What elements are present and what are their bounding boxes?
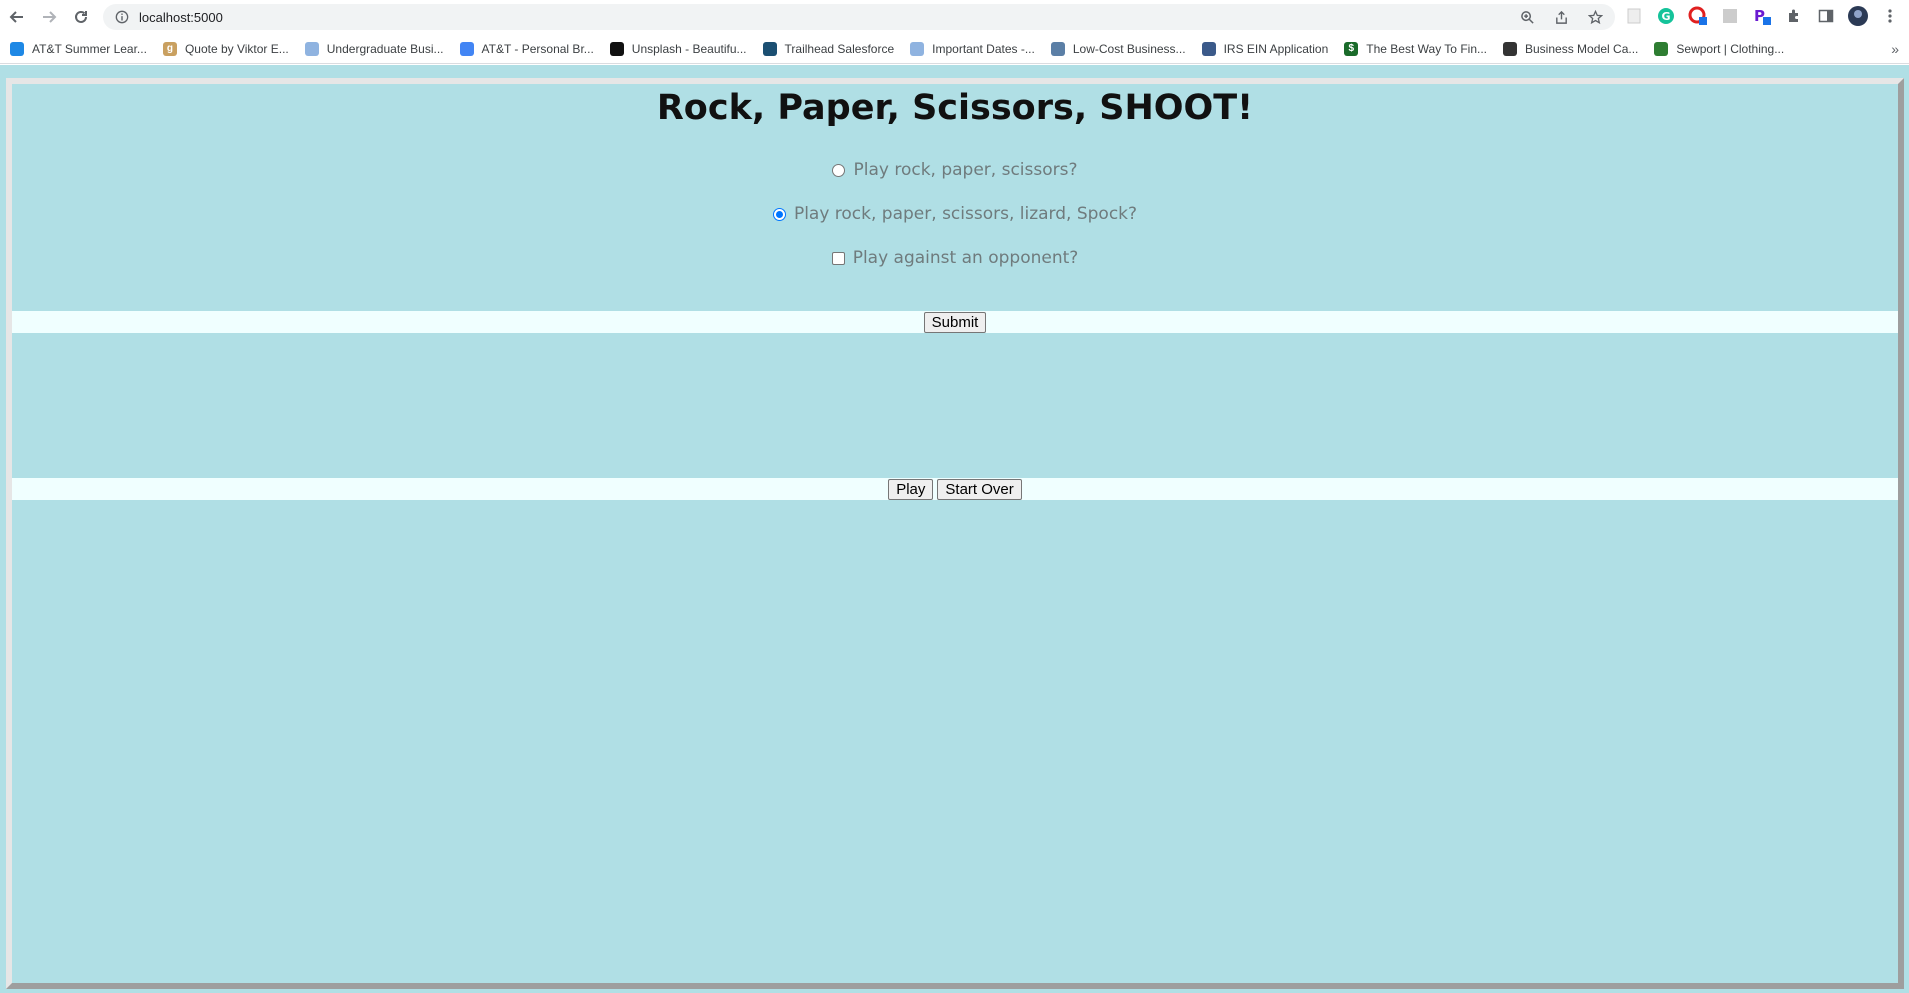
option-rpsls-label: Play rock, paper, scissors, lizard, Spoc… xyxy=(793,204,1138,224)
option-opponent-label: Play against an opponent? xyxy=(852,248,1079,268)
profile-avatar[interactable] xyxy=(1847,5,1869,27)
bookmark-item[interactable]: AT&T - Personal Br... xyxy=(459,41,594,56)
bookmark-favicon-icon xyxy=(1654,41,1669,56)
bookmark-item[interactable]: AT&T Summer Lear... xyxy=(10,41,147,56)
bookmark-item[interactable]: $ The Best Way To Fin... xyxy=(1344,41,1487,56)
bookmark-item[interactable]: Low-Cost Business... xyxy=(1050,41,1186,56)
browser-toolbar: localhost:5000 G P xyxy=(0,0,1909,34)
bookmark-label: Quote by Viktor E... xyxy=(184,41,289,56)
option-opponent[interactable]: Play against an opponent? xyxy=(12,248,1898,268)
checkbox-opponent[interactable] xyxy=(831,251,845,265)
bookmark-label: Sewport | Clothing... xyxy=(1676,41,1785,56)
side-panel-icon[interactable] xyxy=(1815,5,1837,27)
bookmarks-bar: AT&T Summer Lear... g Quote by Viktor E...… xyxy=(0,34,1909,64)
submit-button[interactable]: Submit xyxy=(923,311,987,333)
play-button[interactable]: Play xyxy=(888,478,934,500)
bookmarks-overflow-icon[interactable]: » xyxy=(1891,41,1899,57)
bookmark-favicon-icon xyxy=(1050,41,1065,56)
bookmark-favicon-icon xyxy=(762,41,777,56)
bookmark-favicon-icon xyxy=(304,41,319,56)
extension-red-icon[interactable] xyxy=(1687,5,1709,27)
bookmark-favicon-icon xyxy=(910,41,925,56)
bookmark-item[interactable]: IRS EIN Application xyxy=(1201,41,1329,56)
bookmark-favicon-icon xyxy=(1201,41,1216,56)
bookmark-favicon-icon xyxy=(1503,41,1517,56)
bookmark-item[interactable]: Unsplash - Beautifu... xyxy=(609,41,747,56)
bookmark-favicon-icon xyxy=(609,41,624,56)
grammarly-icon[interactable]: G xyxy=(1655,5,1677,27)
page-viewport: Rock, Paper, Scissors, SHOOT! Play rock,… xyxy=(0,65,1909,993)
bookmark-label: Undergraduate Busi... xyxy=(326,41,444,56)
bookmark-favicon-icon: $ xyxy=(1344,41,1359,56)
radio-rpsls[interactable] xyxy=(772,207,786,221)
zoom-icon[interactable] xyxy=(1517,7,1537,27)
option-rpsls[interactable]: Play rock, paper, scissors, lizard, Spoc… xyxy=(12,204,1898,224)
option-rps[interactable]: Play rock, paper, scissors? xyxy=(12,160,1898,180)
address-bar[interactable]: localhost:5000 xyxy=(103,4,1615,30)
extensions-puzzle-icon[interactable] xyxy=(1783,5,1805,27)
extension-doc-icon[interactable] xyxy=(1623,5,1645,27)
bookmark-label: Low-Cost Business... xyxy=(1072,41,1186,56)
bookmark-item[interactable]: Important Dates -... xyxy=(910,41,1035,56)
game-frame: Rock, Paper, Scissors, SHOOT! Play rock,… xyxy=(6,78,1904,989)
bookmark-label: Trailhead Salesforce xyxy=(784,41,895,56)
page-title: Rock, Paper, Scissors, SHOOT! xyxy=(656,88,1254,128)
bookmark-favicon-icon: g xyxy=(162,41,177,56)
site-info-icon[interactable] xyxy=(114,9,130,25)
forward-icon[interactable] xyxy=(33,1,65,33)
radio-rps[interactable] xyxy=(832,163,846,177)
svg-text:G: G xyxy=(1661,10,1670,23)
bookmark-label: AT&T Summer Lear... xyxy=(32,41,147,56)
play-band: Play Start Over xyxy=(12,478,1898,500)
bookmark-favicon-icon xyxy=(10,41,24,56)
bookmark-label: IRS EIN Application xyxy=(1223,41,1329,56)
bookmark-star-icon[interactable] xyxy=(1585,7,1605,27)
extension-p-icon[interactable]: P xyxy=(1751,5,1773,27)
submit-band: Submit xyxy=(12,311,1898,333)
bookmark-item[interactable]: Trailhead Salesforce xyxy=(762,41,895,56)
bookmark-favicon-icon xyxy=(459,41,474,56)
bookmark-label: Business Model Ca... xyxy=(1525,41,1639,56)
url-text[interactable]: localhost:5000 xyxy=(139,10,223,25)
bookmark-label: Unsplash - Beautifu... xyxy=(631,41,747,56)
bookmark-label: Important Dates -... xyxy=(932,41,1035,56)
start-over-button[interactable]: Start Over xyxy=(937,478,1022,500)
share-icon[interactable] xyxy=(1551,7,1571,27)
extension-gray-icon[interactable] xyxy=(1719,5,1741,27)
reload-icon[interactable] xyxy=(65,1,97,33)
back-icon[interactable] xyxy=(1,1,33,33)
option-rps-label: Play rock, paper, scissors? xyxy=(853,160,1078,180)
bookmark-item[interactable]: g Quote by Viktor E... xyxy=(162,41,289,56)
bookmark-item[interactable]: Sewport | Clothing... xyxy=(1654,41,1785,56)
bookmark-label: AT&T - Personal Br... xyxy=(481,41,594,56)
menu-icon[interactable] xyxy=(1879,5,1901,27)
bookmark-item[interactable]: Undergraduate Busi... xyxy=(304,41,444,56)
bookmark-item[interactable]: Business Model Ca... xyxy=(1503,41,1639,56)
extension-icons: G P xyxy=(1623,5,1901,27)
bookmark-label: The Best Way To Fin... xyxy=(1366,41,1487,56)
